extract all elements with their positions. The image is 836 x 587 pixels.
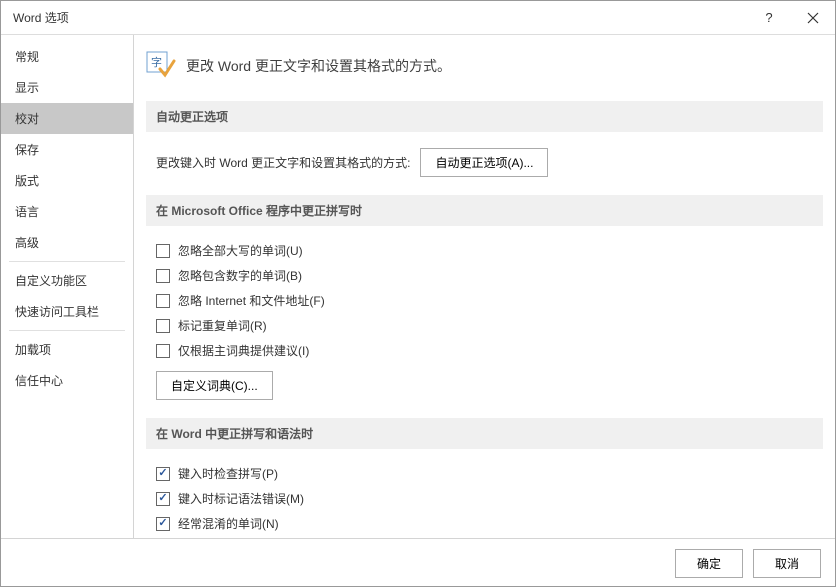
sidebar-item-proofing[interactable]: 校对 [1, 103, 133, 134]
sidebar-item-label: 高级 [15, 236, 39, 250]
sidebar-item-label: 校对 [15, 112, 39, 126]
ok-button[interactable]: 确定 [675, 549, 743, 578]
check-spell-as-type[interactable]: 键入时检查拼写(P) [146, 461, 823, 486]
sidebar-item-label: 语言 [15, 205, 39, 219]
section-header-autocorrect: 自动更正选项 [146, 101, 823, 132]
sidebar-item-customize-ribbon[interactable]: 自定义功能区 [1, 265, 133, 296]
checkbox[interactable] [156, 344, 170, 358]
sidebar-item-label: 加载项 [15, 343, 51, 357]
sidebar-item-addins[interactable]: 加载项 [1, 334, 133, 365]
custom-dictionaries-button[interactable]: 自定义词典(C)... [156, 371, 273, 400]
main-panel: 字 更改 Word 更正文字和设置其格式的方式。 自动更正选项 更改键入时 Wo… [134, 35, 835, 538]
sidebar-item-label: 版式 [15, 174, 39, 188]
checkbox[interactable] [156, 319, 170, 333]
sidebar-item-advanced[interactable]: 高级 [1, 227, 133, 258]
check-ignore-internet[interactable]: 忽略 Internet 和文件地址(F) [146, 288, 823, 313]
check-label: 标记重复单词(R) [178, 317, 267, 334]
checkbox[interactable] [156, 467, 170, 481]
hero: 字 更改 Word 更正文字和设置其格式的方式。 [146, 45, 823, 87]
checkbox[interactable] [156, 492, 170, 506]
sidebar-item-language[interactable]: 语言 [1, 196, 133, 227]
check-label: 忽略 Internet 和文件地址(F) [178, 292, 325, 309]
sidebar-item-quick-access[interactable]: 快速访问工具栏 [1, 296, 133, 327]
sidebar: 常规 显示 校对 保存 版式 语言 高级 自定义功能区 快速访问工具栏 加载项 … [1, 35, 134, 538]
check-grammar-with-spell[interactable]: 随拼写检查语法(H) [146, 536, 823, 538]
proofing-icon: 字 [146, 51, 176, 81]
autocorrect-options-button[interactable]: 自动更正选项(A)... [420, 148, 548, 177]
check-label: 仅根据主词典提供建议(I) [178, 342, 309, 359]
check-ignore-numbers[interactable]: 忽略包含数字的单词(B) [146, 263, 823, 288]
button-label: 取消 [775, 557, 799, 571]
sidebar-item-label: 显示 [15, 81, 39, 95]
sidebar-item-label: 常规 [15, 50, 39, 64]
sidebar-separator [9, 261, 125, 262]
check-flag-repeated[interactable]: 标记重复单词(R) [146, 313, 823, 338]
sidebar-item-label: 保存 [15, 143, 39, 157]
checkbox[interactable] [156, 517, 170, 531]
check-confused-words[interactable]: 经常混淆的单词(N) [146, 511, 823, 536]
help-icon: ? [765, 10, 772, 25]
check-grammar-as-type[interactable]: 键入时标记语法错误(M) [146, 486, 823, 511]
button-label: 确定 [697, 557, 721, 571]
hero-text: 更改 Word 更正文字和设置其格式的方式。 [186, 56, 451, 76]
sidebar-item-label: 自定义功能区 [15, 274, 87, 288]
close-icon [807, 12, 819, 24]
content-area: 常规 显示 校对 保存 版式 语言 高级 自定义功能区 快速访问工具栏 加载项 … [1, 35, 835, 538]
checkbox[interactable] [156, 244, 170, 258]
sidebar-item-layout[interactable]: 版式 [1, 165, 133, 196]
sidebar-item-save[interactable]: 保存 [1, 134, 133, 165]
cancel-button[interactable]: 取消 [753, 549, 821, 578]
footer: 确定 取消 [1, 538, 835, 587]
sidebar-item-display[interactable]: 显示 [1, 72, 133, 103]
help-button[interactable]: ? [747, 1, 791, 35]
autocorrect-label: 更改键入时 Word 更正文字和设置其格式的方式: [156, 154, 410, 171]
checkbox[interactable] [156, 269, 170, 283]
check-label: 经常混淆的单词(N) [178, 515, 279, 532]
check-label: 忽略包含数字的单词(B) [178, 267, 302, 284]
sidebar-item-label: 快速访问工具栏 [15, 305, 99, 319]
titlebar: Word 选项 ? [1, 1, 835, 35]
sidebar-item-label: 信任中心 [15, 374, 63, 388]
section-header-office-spell: 在 Microsoft Office 程序中更正拼写时 [146, 195, 823, 226]
button-label: 自动更正选项(A)... [435, 156, 533, 170]
autocorrect-row: 更改键入时 Word 更正文字和设置其格式的方式: 自动更正选项(A)... [146, 144, 823, 195]
section-header-word-spell: 在 Word 中更正拼写和语法时 [146, 418, 823, 449]
window-title: Word 选项 [13, 9, 747, 26]
checkbox[interactable] [156, 294, 170, 308]
sidebar-separator [9, 330, 125, 331]
check-label: 键入时检查拼写(P) [178, 465, 278, 482]
button-label: 自定义词典(C)... [171, 379, 258, 393]
check-main-dict-only[interactable]: 仅根据主词典提供建议(I) [146, 338, 823, 363]
sidebar-item-trust-center[interactable]: 信任中心 [1, 365, 133, 396]
close-button[interactable] [791, 1, 835, 35]
check-label: 忽略全部大写的单词(U) [178, 242, 303, 259]
svg-text:字: 字 [151, 55, 162, 69]
check-ignore-uppercase[interactable]: 忽略全部大写的单词(U) [146, 238, 823, 263]
sidebar-item-general[interactable]: 常规 [1, 41, 133, 72]
check-label: 键入时标记语法错误(M) [178, 490, 304, 507]
